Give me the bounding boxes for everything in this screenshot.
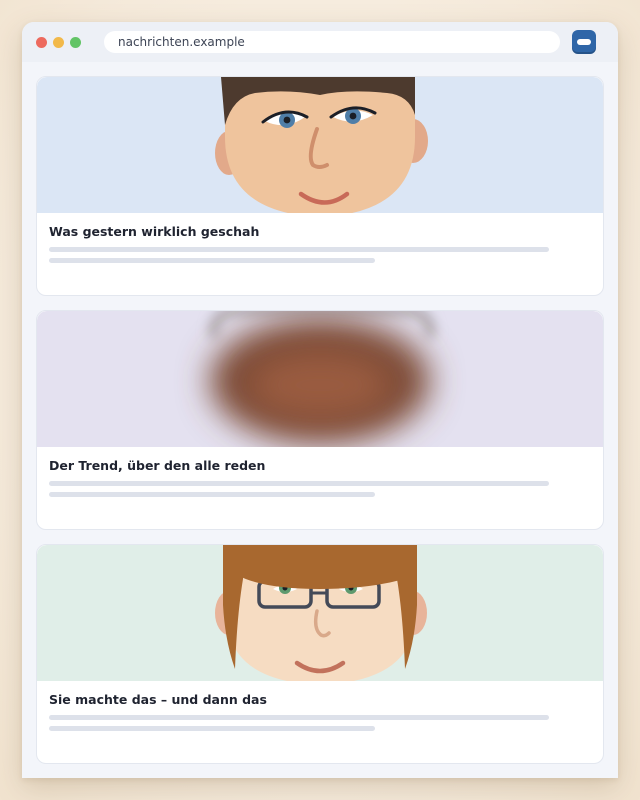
browser-window: nachrichten.example Was gestern wirklich… [22,22,618,778]
news-card-3-image[interactable] [37,545,603,681]
minus-pill-icon [577,39,591,45]
news-card-2[interactable]: Der Trend, über den alle reden [36,310,604,530]
news-card-1-image[interactable] [37,77,603,213]
news-card-3-headline[interactable]: Sie machte das – und dann das [49,692,589,707]
news-card-1-text-placeholder [49,258,375,263]
address-bar[interactable]: nachrichten.example [104,31,560,53]
browser-toolbar: nachrichten.example [22,22,618,62]
blurred-face-illustration [37,311,603,447]
address-bar-url: nachrichten.example [118,35,245,49]
news-card-1[interactable]: Was gestern wirklich geschah [36,76,604,296]
news-card-2-headline[interactable]: Der Trend, über den alle reden [49,458,589,473]
extension-button[interactable] [572,30,596,54]
cartoon-face-brown-hair-illustration [37,77,603,213]
news-card-2-image[interactable] [37,311,603,447]
news-card-2-text-placeholder [49,481,549,486]
news-card-3[interactable]: Sie machte das – und dann das [36,544,604,764]
news-card-1-headline[interactable]: Was gestern wirklich geschah [49,224,589,239]
news-card-2-text-placeholder [49,492,375,497]
cartoon-face-glasses-illustration [37,545,603,681]
news-card-3-text-placeholder [49,726,375,731]
minimize-window-button[interactable] [53,37,64,48]
close-window-button[interactable] [36,37,47,48]
news-card-3-text-placeholder [49,715,549,720]
news-card-1-text-placeholder [49,247,549,252]
maximize-window-button[interactable] [70,37,81,48]
